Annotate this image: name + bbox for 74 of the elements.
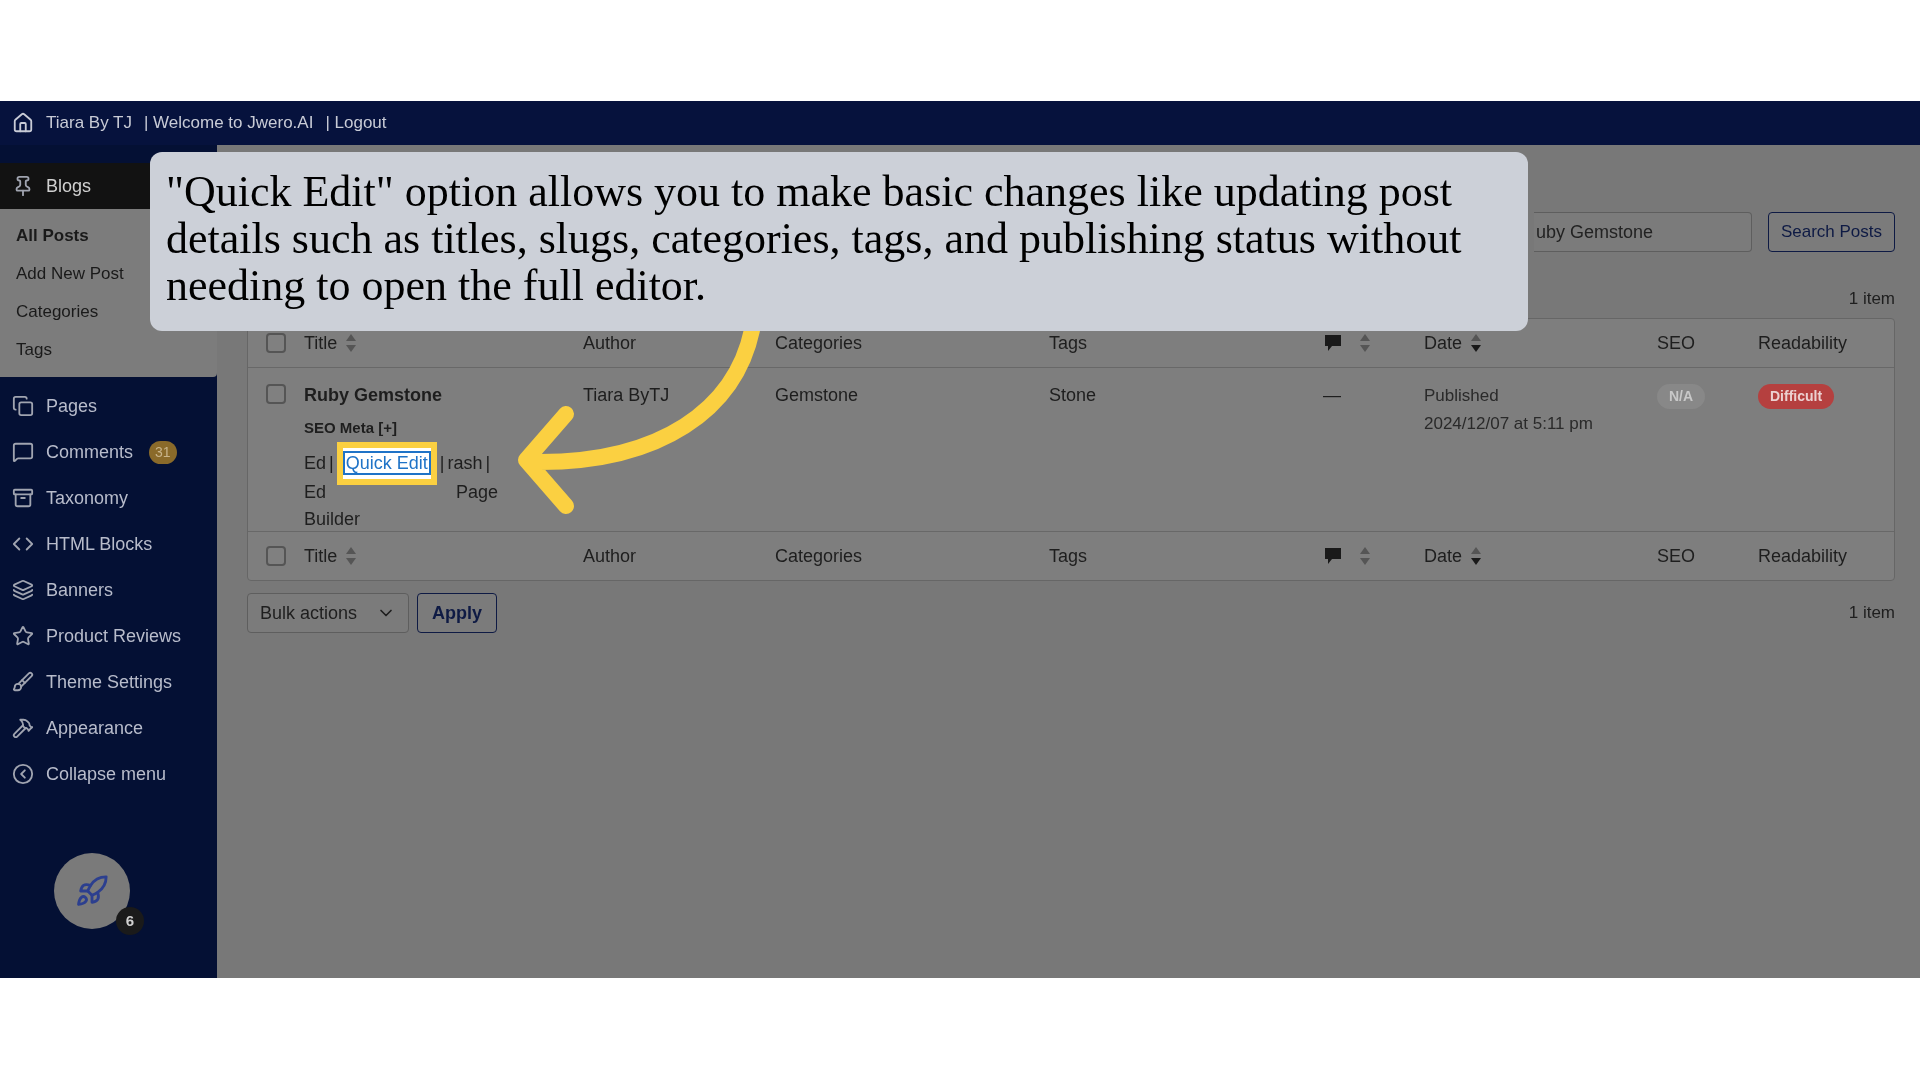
- separator: |: [485, 451, 491, 475]
- sidebar-item[interactable]: Banners: [0, 567, 217, 613]
- readability-badge: Difficult: [1758, 384, 1835, 409]
- sort-icon: [1359, 546, 1371, 566]
- separator: |: [329, 451, 334, 475]
- checkbox[interactable]: [266, 333, 286, 353]
- hammer-icon: [12, 717, 34, 739]
- tag-link[interactable]: Stone: [1049, 385, 1097, 405]
- row-action-link[interactable]: Ed: [304, 449, 327, 477]
- seo-meta-link[interactable]: SEO Meta [+]: [304, 417, 583, 440]
- column-header: Author: [583, 545, 637, 566]
- checkbox[interactable]: [266, 384, 286, 404]
- sort-icon: [1470, 546, 1483, 566]
- column-header: Author: [583, 332, 637, 353]
- sort-icon: [345, 333, 358, 353]
- layers-icon: [12, 579, 34, 601]
- column-header: Readability: [1758, 545, 1848, 566]
- sidebar-item[interactable]: Collapse menu: [0, 751, 217, 797]
- column-header: Readability: [1758, 332, 1848, 353]
- row-action-link[interactable]: Builder: [304, 505, 583, 533]
- brush-icon: [12, 671, 34, 693]
- category-link[interactable]: Gemstone: [775, 385, 859, 405]
- sort-icon: [345, 546, 358, 566]
- archive-box-icon: [12, 487, 34, 509]
- sort-icon: [1359, 333, 1371, 353]
- top-bar-link[interactable]: | Logout: [325, 110, 387, 136]
- separator: |: [439, 451, 445, 475]
- row-action-link[interactable]: Page: [456, 478, 499, 506]
- comment-icon[interactable]: [1323, 333, 1343, 353]
- quick-edit-link[interactable]: Quick Edit: [342, 450, 431, 475]
- submenu-item[interactable]: Tags: [0, 331, 217, 369]
- checkbox[interactable]: [266, 546, 286, 566]
- star-icon: [12, 625, 34, 647]
- top-bar-link[interactable]: Tiara By TJ: [46, 110, 132, 136]
- sort-icon: [1470, 333, 1483, 353]
- post-date: 2024/12/07 at 5:11 pm: [1424, 413, 1594, 435]
- row-action-link[interactable]: Ed: [304, 478, 327, 506]
- rocket-icon: [75, 874, 109, 908]
- sidebar-item[interactable]: Pages: [0, 383, 217, 429]
- search-field[interactable]: uby Gemstone: [1533, 212, 1752, 252]
- column-header[interactable]: Title: [304, 329, 338, 357]
- row-action-link[interactable]: rash: [447, 449, 483, 477]
- post-title[interactable]: Ruby Gemstone: [304, 382, 583, 409]
- column-header[interactable]: Title: [304, 542, 338, 570]
- speech-bubble-icon: [12, 441, 34, 463]
- comments-cell: —: [1323, 385, 1341, 405]
- column-header: SEO: [1657, 332, 1695, 353]
- column-header[interactable]: Date: [1424, 542, 1463, 570]
- sidebar-item[interactable]: Taxonomy: [0, 475, 217, 521]
- item-count: 1 item: [1848, 288, 1895, 306]
- top-bar-link[interactable]: | Welcome to Jwero.AI: [143, 110, 314, 136]
- column-header: SEO: [1657, 545, 1695, 566]
- column-header: Tags: [1049, 332, 1088, 353]
- column-header[interactable]: Date: [1424, 329, 1463, 357]
- sidebar-item[interactable]: Appearance: [0, 705, 217, 751]
- sidebar-item[interactable]: Theme Settings: [0, 659, 217, 705]
- sidebar-item[interactable]: Product Reviews: [0, 613, 217, 659]
- sidebar-item[interactable]: HTML Blocks: [0, 521, 217, 567]
- comment-icon[interactable]: [1323, 546, 1343, 566]
- pages-icon: [12, 395, 34, 417]
- sidebar-item[interactable]: Comments 31: [0, 429, 217, 475]
- item-count: 1 item: [1848, 602, 1895, 625]
- count-badge: 31: [149, 440, 177, 464]
- apply-button[interactable]: Apply: [417, 593, 497, 633]
- search-posts-button[interactable]: Search Posts: [1767, 212, 1895, 252]
- home-icon[interactable]: [12, 112, 34, 134]
- column-header: Categories: [775, 545, 863, 566]
- column-header: Tags: [1049, 545, 1088, 566]
- bulk-actions-select[interactable]: Bulk actions: [247, 593, 409, 633]
- notification-badge: 6: [116, 907, 144, 935]
- author-cell: Tiara ByTJ: [583, 385, 670, 405]
- post-status: Published: [1424, 385, 1500, 407]
- column-header: Categories: [775, 332, 863, 353]
- seo-badge: N/A: [1657, 384, 1706, 409]
